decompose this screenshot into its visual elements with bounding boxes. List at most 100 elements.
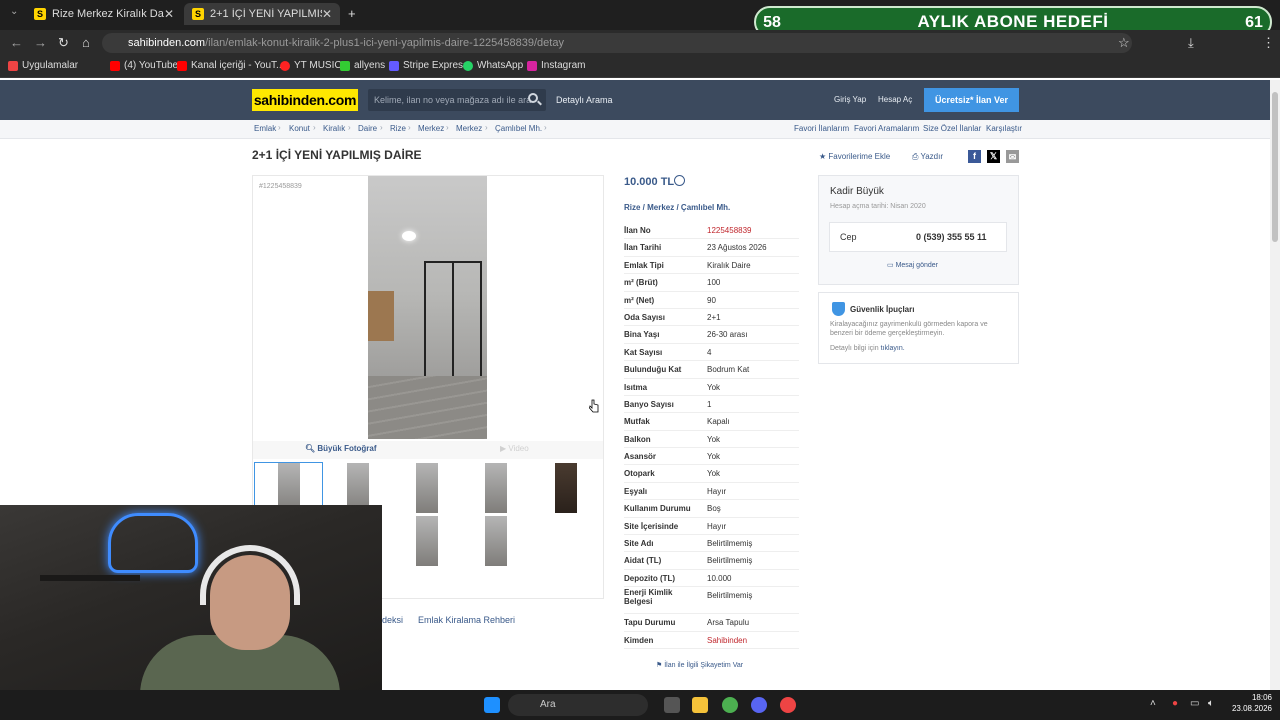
seller-name[interactable]: Kadir Büyük [830, 186, 884, 197]
breadcrumb-item[interactable]: Rize [390, 124, 406, 133]
reload-icon[interactable]: ↻ [58, 35, 69, 51]
chevron-right-icon: › [408, 123, 411, 132]
index-link[interactable]: deksi [382, 615, 403, 625]
breadcrumb-item[interactable]: Çamlıbel Mh. [495, 124, 542, 133]
print-button[interactable]: ⎙ Yazdır [912, 152, 943, 162]
detail-row: Kullanım Durumu Boş [624, 500, 799, 518]
bookmark-whatsapp[interactable]: WhatsApp [463, 60, 523, 71]
favorite-searches-link[interactable]: Favori Aramalarım [854, 124, 919, 133]
detail-value: Hayır [707, 521, 727, 531]
bookmark-youtube[interactable]: (4) YouTube [110, 60, 178, 71]
task-view-icon[interactable] [664, 697, 680, 713]
star-icon: ★ [819, 152, 829, 161]
forward-icon[interactable]: → [34, 35, 47, 50]
clock-time: 18:06 [1251, 693, 1272, 702]
sahibinden-favicon: S [34, 8, 46, 20]
rental-guide-link[interactable]: Emlak Kiralama Rehberi [418, 615, 515, 625]
chevron-right-icon: › [544, 123, 547, 132]
bookmark-label: allyens [354, 60, 386, 71]
instagram-icon [527, 60, 537, 71]
new-tab-icon[interactable]: + [348, 6, 356, 21]
taskbar-clock[interactable]: 18:06 23.08.2026 [1226, 692, 1272, 714]
chrome-icon[interactable] [722, 697, 738, 713]
security-more-link[interactable]: tıklayın. [881, 345, 905, 352]
register-link[interactable]: Hesap Aç [878, 95, 912, 104]
details-table: İlan No 1225458839 İlan Tarihi 23 Ağustos 2… [624, 222, 799, 649]
thumbnail[interactable] [416, 516, 438, 566]
tab-2[interactable]: S 2+1 İÇİ YENİ YAPILMIŞ DAİRE ✕ [184, 3, 340, 25]
taskbar-search[interactable]: Ara [508, 694, 648, 716]
neon-cat-light [108, 513, 198, 573]
site-logo[interactable]: sahibinden.com [252, 89, 358, 111]
favorite-button[interactable]: ★ Favorilerime Ekle [819, 152, 890, 161]
detail-row: Bulunduğu Kat Bodrum Kat [624, 361, 799, 379]
close-icon[interactable]: ✕ [164, 7, 174, 21]
breadcrumb-item[interactable]: Emlak [254, 124, 276, 133]
phone-number[interactable]: 0 (539) 355 55 11 [916, 232, 987, 242]
breadcrumb-item[interactable]: Daire [358, 124, 377, 133]
video-button[interactable]: ▶ Video [500, 444, 529, 453]
windows-start-icon[interactable] [484, 697, 500, 713]
post-listing-button[interactable]: Ücretsiz* İlan Ver [924, 88, 1019, 112]
back-icon[interactable]: ← [10, 35, 23, 50]
detail-row: Isıtma Yok [624, 379, 799, 396]
detailed-search-link[interactable]: Detaylı Arama [556, 95, 613, 105]
microphone-icon[interactable]: ● [1172, 698, 1178, 709]
search-icon[interactable] [528, 93, 538, 103]
compare-link[interactable]: Karşılaştır [986, 124, 1022, 133]
send-message-link[interactable]: ▭ Mesaj gönder [887, 261, 938, 269]
detail-key: Emlak Tipi [624, 260, 664, 270]
chevron-up-icon[interactable]: ˄ [1150, 698, 1156, 709]
breadcrumb-item[interactable]: Kiralık [323, 124, 345, 133]
big-photo-button[interactable]: 🔍︎ Büyük Fotoğraf [305, 444, 377, 453]
home-icon[interactable]: ⌂ [82, 35, 90, 50]
menu-icon[interactable]: ⋮ [1262, 35, 1275, 51]
bookmark-instagram[interactable]: Instagram [527, 60, 585, 71]
search-input[interactable]: Kelime, ilan no veya mağaza adı ile ara [368, 89, 546, 111]
breadcrumb-item[interactable]: Merkez [418, 124, 444, 133]
detail-row: Enerji Kimlik Belgesi Belirtilmemiş [624, 587, 799, 615]
listing-title: 2+1 İÇİ YENİ YAPILMIŞ DAİRE [252, 148, 422, 162]
complaint-link[interactable]: ⚑ İlan ile İlgili Şikayetim Var [656, 661, 743, 669]
bookmark-allyens[interactable]: allyens [340, 60, 385, 71]
breadcrumb-item[interactable]: Merkez [456, 124, 482, 133]
url-field[interactable]: sahibinden.com/ilan/emlak-konut-kiralik-… [102, 33, 1132, 53]
bookmark-label: Stripe Express [403, 60, 469, 71]
tab-1[interactable]: S Rize Merkez Kiralık Daire Fiyatla ✕ [26, 3, 182, 25]
volume-icon[interactable]: 🔈︎ [1208, 698, 1214, 709]
close-icon[interactable]: ✕ [322, 7, 332, 21]
location-link[interactable]: Rize / Merkez / Çamlıbel Mh. [624, 203, 730, 212]
x-icon[interactable]: 𝕏 [987, 150, 1000, 163]
detail-row: Site Adı Belirtilmemiş [624, 535, 799, 553]
detail-value: 2+1 [707, 312, 721, 322]
thumbnail[interactable] [485, 516, 507, 566]
facebook-icon[interactable]: f [968, 150, 981, 163]
bookmark-stripe[interactable]: Stripe Express [389, 60, 468, 71]
detail-value: Yok [707, 452, 721, 462]
detail-key: Site Adı [624, 539, 654, 549]
favorite-listings-link[interactable]: Favori İlanlarım [794, 124, 849, 133]
login-link[interactable]: Giriş Yap [834, 95, 866, 104]
main-photo[interactable] [368, 176, 487, 439]
special-listings-link[interactable]: Size Özel İlanlar [923, 124, 981, 133]
thumbnail[interactable] [555, 463, 577, 513]
sahibinden-favicon: S [192, 8, 204, 20]
app-icon[interactable] [780, 697, 796, 713]
discord-icon[interactable] [751, 697, 767, 713]
bookmark-label: (4) YouTube [124, 60, 179, 71]
breadcrumb-item[interactable]: Konut [289, 124, 310, 133]
download-icon[interactable]: ⤓ [1188, 35, 1194, 51]
price-history-icon[interactable] [674, 175, 685, 186]
tab-list-icon[interactable]: ⌄ [10, 6, 18, 17]
network-icon[interactable]: ▭ [1190, 698, 1199, 709]
bookmark-apps[interactable]: Uygulamalar [8, 60, 78, 71]
mail-icon[interactable]: ✉ [1006, 150, 1019, 163]
file-explorer-icon[interactable] [692, 697, 708, 713]
bookmark-ytmusic[interactable]: YT MUSIC [280, 60, 342, 71]
thumbnail[interactable] [485, 463, 507, 513]
bookmark-kanal[interactable]: Kanal içeriği - YouT... [177, 60, 284, 71]
scrollbar-thumb[interactable] [1272, 92, 1278, 242]
whatsapp-icon [463, 60, 473, 71]
thumbnail[interactable] [416, 463, 438, 513]
bookmark-star-icon[interactable]: ☆ [1118, 35, 1130, 51]
